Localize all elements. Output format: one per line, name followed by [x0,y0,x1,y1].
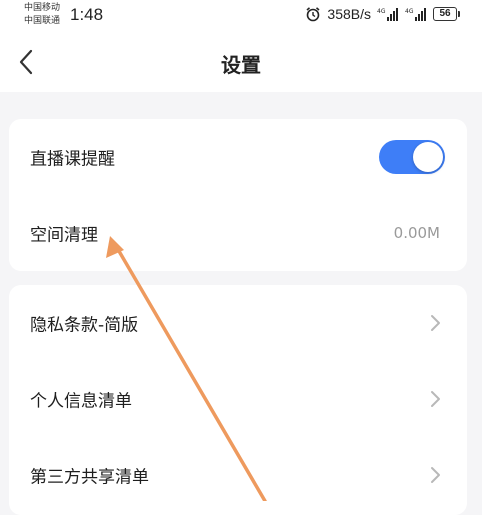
battery-icon: 56 [433,7,460,21]
signal-4g-icon: 4G [377,8,398,21]
cache-size-value: 0.00M [393,224,440,242]
carrier-info: 中国移动 中国联通 [24,2,60,28]
chevron-right-icon [431,467,440,483]
toggle-knob [413,142,443,172]
privacy-terms-label: 隐私条款-简版 [30,315,139,336]
chevron-right-icon [431,315,440,331]
status-time: 1:48 [70,5,104,24]
carrier-2: 中国联通 [24,16,61,26]
third-party-sharing-label: 第三方共享清单 [30,467,149,488]
page-title: 设置 [221,53,261,77]
chevron-right-icon [431,391,440,407]
personal-info-list-row[interactable]: 个人信息清单 [9,361,467,437]
live-reminder-toggle[interactable] [379,140,445,174]
svg-text:4G: 4G [377,8,386,15]
network-speed: 358B/s [327,6,371,22]
privacy-terms-row[interactable]: 隐私条款-简版 [9,285,467,361]
settings-card-privacy: 隐私条款-简版 个人信息清单 第三方共享清单 [9,285,467,515]
space-cleanup-label: 空间清理 [30,225,98,246]
svg-text:4G: 4G [405,8,414,15]
carrier-1: 中国移动 [24,3,61,13]
nav-bar: 设置 [0,34,482,92]
space-cleanup-row[interactable]: 空间清理 0.00M [9,195,467,271]
personal-info-list-label: 个人信息清单 [30,391,132,412]
status-indicators: 358B/s 4G 4G 56 [305,6,460,22]
live-reminder-label: 直播课提醒 [30,149,115,170]
third-party-sharing-row[interactable]: 第三方共享清单 [9,437,467,513]
settings-card-general: 直播课提醒 空间清理 0.00M [9,119,467,271]
signal-4g-icon: 4G [405,8,426,21]
live-reminder-row: 直播课提醒 [9,119,467,195]
alarm-icon [306,7,320,22]
status-bar: 中国移动 中国联通 1:48 358B/s 4G 4G 56 [0,0,482,34]
battery-level: 56 [433,7,457,21]
battery-tip [458,11,460,17]
